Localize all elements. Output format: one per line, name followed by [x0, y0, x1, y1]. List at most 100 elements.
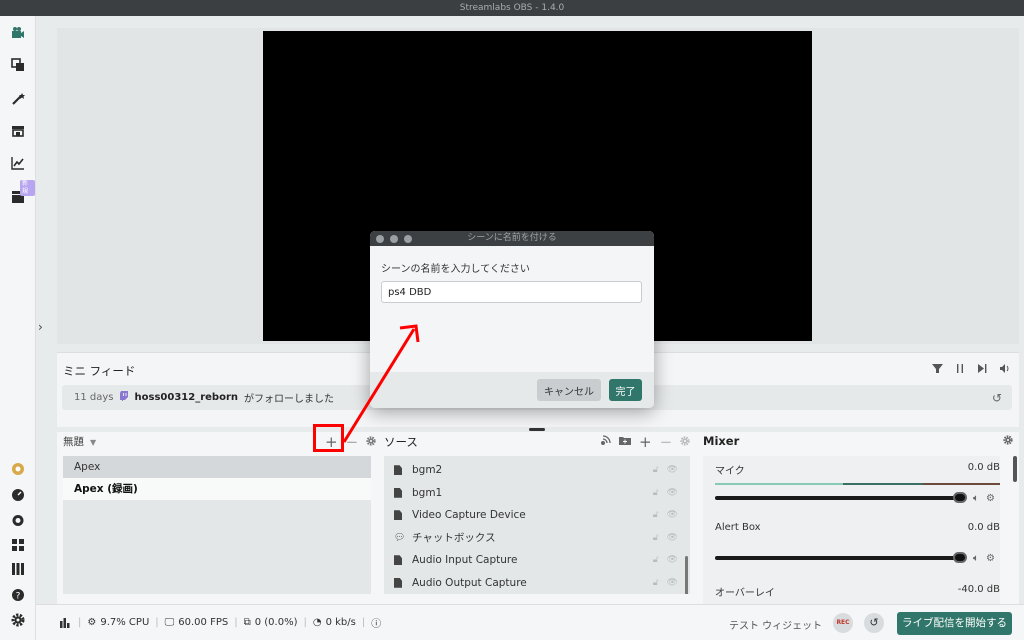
- twitch-icon: [119, 391, 129, 404]
- event-age: 11 days: [74, 392, 114, 403]
- lock-icon[interactable]: 🔓︎: [653, 555, 659, 565]
- eye-icon[interactable]: 👁︎: [667, 555, 678, 565]
- volume-knob[interactable]: [953, 552, 967, 563]
- remove-scene-icon[interactable]: −: [346, 433, 359, 451]
- performance-chart-icon[interactable]: [60, 617, 72, 628]
- themes-wand-icon[interactable]: [11, 92, 25, 106]
- add-source-icon[interactable]: +: [639, 433, 652, 451]
- maximize-dot-icon[interactable]: [404, 235, 412, 243]
- replay-event-icon[interactable]: ↺: [992, 391, 1002, 405]
- lock-icon[interactable]: 🔓︎: [653, 578, 659, 588]
- help-icon[interactable]: ?: [11, 588, 25, 602]
- channel-volume-db: -40.0 dB: [957, 584, 1000, 595]
- eye-icon[interactable]: 👁︎: [667, 488, 678, 498]
- speedometer-icon: ◔: [312, 617, 322, 628]
- file-icon: [394, 510, 402, 521]
- monitor-icon: 🖵︎: [164, 617, 175, 628]
- source-item[interactable]: bgm2 🔓︎ 👁︎: [384, 459, 690, 482]
- channel-volume-db: 0.0 dB: [967, 462, 1000, 473]
- scene-collection-name: 無題: [63, 436, 84, 448]
- go-live-button[interactable]: ライブ配信を開始する: [897, 612, 1012, 635]
- volume-slider[interactable]: [715, 492, 967, 503]
- source-item[interactable]: Audio Input Capture 🔓︎ 👁︎: [384, 549, 690, 572]
- scene-collection-selector[interactable]: 無題 ▼: [63, 434, 96, 449]
- volume-slider[interactable]: [715, 552, 967, 563]
- source-item[interactable]: Audio Output Capture 🔓︎ 👁︎: [384, 572, 690, 595]
- remove-source-icon[interactable]: −: [660, 433, 673, 451]
- scene-list: Apex Apex (録画): [63, 456, 371, 594]
- channel-settings-icon[interactable]: ⚙︎: [986, 553, 995, 564]
- eye-icon[interactable]: 👁︎: [667, 510, 678, 520]
- info-icon[interactable]: ⓘ: [371, 615, 381, 630]
- dropped-value: 0 (0.0%): [254, 617, 298, 628]
- scene-item-selected[interactable]: Apex (録画): [63, 478, 371, 500]
- scene-item[interactable]: Apex: [63, 456, 371, 478]
- apps-grid-icon[interactable]: [11, 538, 25, 552]
- feed-controls: [932, 363, 1011, 377]
- cpu-stat: ⚙︎ 9.7% CPU: [87, 617, 149, 628]
- frames-icon: ⧉: [243, 617, 251, 628]
- expand-chevron-icon[interactable]: ›: [38, 320, 43, 334]
- eye-icon[interactable]: 👁︎: [667, 533, 678, 543]
- file-icon: [394, 487, 402, 498]
- filter-icon[interactable]: [932, 363, 943, 377]
- sources-title: ソース: [384, 435, 418, 449]
- editor-dock: 無題 ▼ + − Apex Apex (録画) ソース + − bgm2 🔓︎ …: [57, 432, 1019, 604]
- store-icon[interactable]: [11, 124, 25, 138]
- source-settings-icon[interactable]: [680, 435, 690, 450]
- source-label: bgm1: [412, 486, 443, 499]
- studio-camera-icon[interactable]: [11, 26, 25, 40]
- add-folder-icon[interactable]: [619, 435, 631, 450]
- test-widgets-button[interactable]: テスト ウィジェット: [729, 617, 822, 632]
- source-item[interactable]: 💬︎ チャットボックス 🔓︎ 👁︎: [384, 527, 690, 550]
- speaker-icon[interactable]: 🔈︎: [973, 493, 979, 504]
- mixer-channels: マイク 0.0 dB 🔈︎ ⚙︎ Alert Box 0.0 dB 🔈︎ ⚙︎ オー…: [703, 456, 1000, 604]
- source-tools: + −: [600, 433, 690, 451]
- channel-volume-db: 0.0 dB: [967, 522, 1000, 533]
- mixer-scrollbar[interactable]: [1013, 456, 1017, 482]
- done-button[interactable]: 完了: [609, 379, 642, 401]
- eye-icon[interactable]: 👁︎: [667, 578, 678, 588]
- feed-title: ミニ フィード: [63, 364, 136, 378]
- layers-icon[interactable]: [11, 58, 25, 72]
- source-item[interactable]: Video Capture Device 🔓︎ 👁︎: [384, 504, 690, 527]
- dashboard-icon[interactable]: [11, 488, 25, 502]
- lock-icon[interactable]: 🔓︎: [653, 488, 659, 498]
- volume-knob[interactable]: [953, 492, 967, 503]
- skip-icon[interactable]: [977, 363, 987, 377]
- cancel-button[interactable]: キャンセル: [537, 379, 601, 401]
- mixer-settings-icon[interactable]: [1003, 435, 1013, 448]
- speaker-icon[interactable]: 🔈︎: [973, 553, 979, 564]
- name-scene-dialog: シーンに名前を付ける シーンの名前を入力してください キャンセル 完了: [370, 231, 654, 408]
- source-label: Audio Input Capture: [412, 554, 518, 567]
- caret-down-icon: ▼: [90, 438, 97, 447]
- volume-icon[interactable]: [999, 363, 1011, 377]
- lock-icon[interactable]: 🔓︎: [653, 465, 659, 475]
- channel-settings-icon[interactable]: ⚙︎: [986, 493, 995, 504]
- file-icon: [394, 577, 402, 588]
- lock-icon[interactable]: 🔓︎: [653, 533, 659, 543]
- resize-handle[interactable]: [529, 428, 545, 431]
- analytics-chart-icon[interactable]: [11, 156, 25, 170]
- chat-bubble-icon[interactable]: [11, 514, 25, 528]
- minimize-dot-icon[interactable]: [390, 235, 398, 243]
- source-label: チャットボックス: [412, 532, 496, 545]
- source-item[interactable]: bgm1 🔓︎ 👁︎: [384, 482, 690, 505]
- replay-buffer-icon[interactable]: ↺: [864, 613, 884, 633]
- layout-columns-icon[interactable]: [11, 562, 25, 576]
- settings-gear-icon[interactable]: [11, 613, 25, 627]
- prime-icon[interactable]: [11, 462, 25, 476]
- mixer-channel: Alert Box 0.0 dB 🔈︎ ⚙︎: [703, 516, 1000, 576]
- dialog-prompt: シーンの名前を入力してください: [381, 264, 530, 275]
- file-icon: [394, 555, 402, 566]
- pause-icon[interactable]: [955, 363, 965, 377]
- dialog-titlebar: シーンに名前を付ける: [370, 231, 654, 246]
- scene-name-input[interactable]: [381, 281, 642, 303]
- eye-icon[interactable]: 👁︎: [667, 465, 678, 475]
- scene-settings-icon[interactable]: [366, 435, 376, 450]
- broadcast-icon[interactable]: [600, 434, 611, 450]
- source-scrollbar[interactable]: [685, 556, 688, 594]
- record-button[interactable]: REC: [833, 613, 853, 633]
- lock-icon[interactable]: 🔓︎: [653, 510, 659, 520]
- close-dot-icon[interactable]: [376, 235, 384, 243]
